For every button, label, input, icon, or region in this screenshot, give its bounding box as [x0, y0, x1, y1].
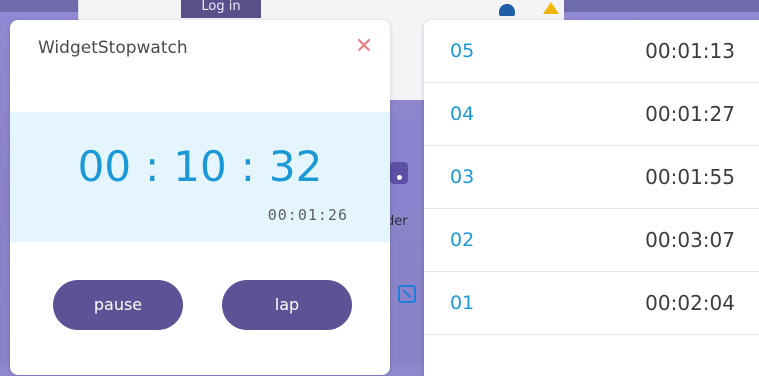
lap-duration: 00:03:07 — [645, 228, 735, 252]
list-item: 02 00:03:07 — [424, 209, 759, 272]
time-separator: : — [240, 142, 255, 191]
list-item: 04 00:01:27 — [424, 83, 759, 146]
lap-number: 05 — [450, 40, 475, 62]
lap-number: 04 — [450, 103, 475, 125]
list-item: 03 00:01:55 — [424, 146, 759, 209]
lap-duration: 00:01:55 — [645, 165, 735, 189]
lap-duration: 00:01:13 — [645, 39, 735, 63]
lap-duration: 00:01:27 — [645, 102, 735, 126]
drive-icon[interactable] — [543, 2, 559, 14]
login-button[interactable]: Log in — [181, 0, 261, 18]
lap-number: 02 — [450, 229, 475, 251]
app-icon — [390, 162, 408, 184]
lap-number: 03 — [450, 166, 475, 188]
stopwatch-widget: WidgetStopwatch 00:10:32 00:01:26 pause … — [10, 20, 390, 375]
time-display-panel: 00:10:32 00:01:26 — [10, 112, 390, 242]
elapsed-seconds: 32 — [268, 142, 323, 191]
pause-button[interactable]: pause — [53, 280, 183, 330]
lap-duration: 00:02:04 — [645, 291, 735, 315]
widget-title: WidgetStopwatch — [38, 38, 188, 58]
elapsed-minutes: 10 — [173, 142, 227, 191]
time-separator: : — [145, 142, 160, 191]
current-lap-time: 00:01:26 — [267, 206, 348, 224]
expand-icon[interactable] — [398, 285, 416, 303]
elapsed-time: 00:10:32 — [10, 142, 390, 191]
lap-number: 01 — [450, 292, 475, 314]
profile-icon[interactable] — [499, 4, 515, 16]
close-icon[interactable] — [353, 34, 375, 56]
elapsed-hours: 00 — [77, 142, 132, 191]
lap-button[interactable]: lap — [222, 280, 352, 330]
browser-extension-icons — [499, 0, 559, 20]
list-item: 01 00:02:04 — [424, 272, 759, 335]
laps-list: 05 00:01:13 04 00:01:27 03 00:01:55 02 0… — [424, 20, 759, 376]
list-item: 05 00:01:13 — [424, 20, 759, 83]
